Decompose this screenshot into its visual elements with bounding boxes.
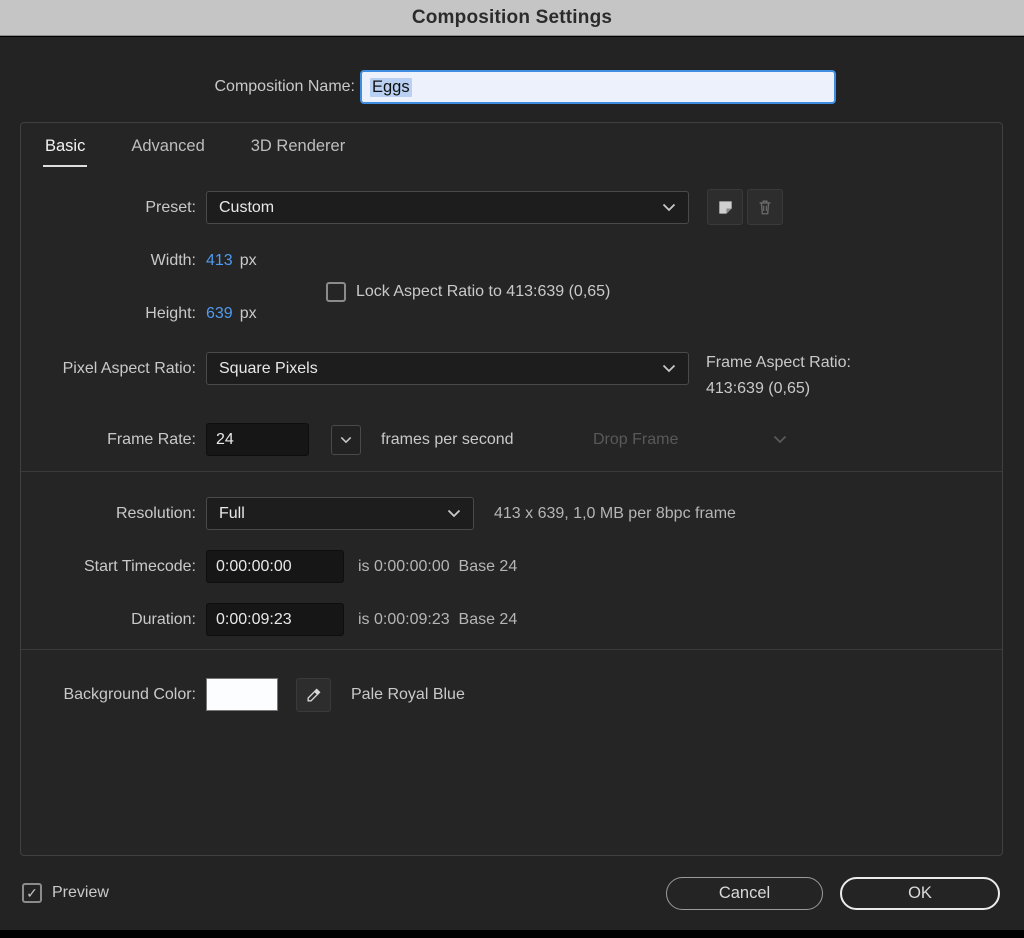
lock-aspect-row: Lock Aspect Ratio to 413:639 (0,65) bbox=[326, 282, 610, 302]
divider bbox=[21, 471, 1002, 472]
tab-bar: Basic Advanced 3D Renderer bbox=[43, 137, 347, 167]
frame-aspect-ratio-label: Frame Aspect Ratio: bbox=[706, 354, 851, 371]
lock-aspect-label: Lock Aspect Ratio to 413:639 (0,65) bbox=[356, 283, 611, 300]
height-value-row: 639 px bbox=[206, 301, 257, 327]
duration-info: is 0:00:09:23 Base 24 bbox=[358, 611, 518, 628]
drop-frame-value: Drop Frame bbox=[593, 430, 679, 448]
ok-button[interactable]: OK bbox=[840, 877, 1000, 910]
frame-rate-label: Frame Rate: bbox=[107, 431, 196, 448]
frames-per-second-label: frames per second bbox=[381, 431, 514, 448]
frame-aspect-ratio-value: 413:639 (0,65) bbox=[706, 380, 811, 397]
preset-label: Preset: bbox=[145, 199, 196, 216]
chevron-down-icon bbox=[447, 509, 461, 518]
width-value-row: 413 px bbox=[206, 248, 257, 274]
divider bbox=[21, 649, 1002, 650]
start-timecode-label: Start Timecode: bbox=[83, 558, 196, 575]
pixel-aspect-label: Pixel Aspect Ratio: bbox=[62, 360, 196, 377]
composition-settings-dialog: Composition Settings Composition Name: E… bbox=[0, 0, 1024, 938]
tab-advanced[interactable]: Advanced bbox=[129, 137, 206, 167]
preview-label: Preview bbox=[52, 884, 109, 901]
start-timecode-info: is 0:00:00:00 Base 24 bbox=[358, 558, 518, 575]
trash-icon bbox=[759, 200, 771, 215]
chevron-down-icon bbox=[340, 436, 352, 444]
chevron-down-icon bbox=[662, 203, 676, 212]
tab-basic[interactable]: Basic bbox=[43, 137, 88, 167]
composition-name-input[interactable]: Eggs bbox=[360, 70, 836, 104]
height-unit: px bbox=[239, 305, 257, 322]
preview-checkbox[interactable]: ✓ bbox=[22, 883, 42, 903]
chevron-down-icon bbox=[773, 435, 787, 444]
pixel-aspect-value: Square Pixels bbox=[219, 359, 318, 377]
eyedropper-icon bbox=[306, 688, 320, 702]
dialog-body: Composition Name: Eggs Basic Advanced 3D… bbox=[0, 37, 1024, 930]
pixel-aspect-dropdown[interactable]: Square Pixels bbox=[206, 352, 689, 385]
cancel-button[interactable]: Cancel bbox=[666, 877, 823, 910]
preset-value: Custom bbox=[219, 198, 275, 216]
delete-preset-button[interactable] bbox=[747, 189, 783, 225]
resolution-info: 413 x 639, 1,0 MB per 8bpc frame bbox=[494, 505, 736, 522]
resolution-dropdown[interactable]: Full bbox=[206, 497, 474, 530]
height-value[interactable]: 639 bbox=[206, 301, 233, 327]
background-color-name: Pale Royal Blue bbox=[351, 686, 465, 703]
composition-name-label: Composition Name: bbox=[214, 78, 356, 95]
save-preset-icon bbox=[718, 200, 732, 214]
lock-aspect-checkbox[interactable] bbox=[326, 282, 346, 302]
duration-input[interactable] bbox=[206, 603, 344, 636]
width-unit: px bbox=[239, 252, 257, 269]
resolution-value: Full bbox=[219, 504, 245, 522]
frame-rate-dropdown-button[interactable] bbox=[331, 425, 361, 455]
width-label: Width: bbox=[150, 252, 196, 269]
duration-label: Duration: bbox=[131, 611, 196, 628]
background-color-swatch[interactable] bbox=[206, 678, 278, 711]
height-label: Height: bbox=[145, 305, 196, 322]
tab-3d-renderer[interactable]: 3D Renderer bbox=[249, 137, 347, 167]
width-value[interactable]: 413 bbox=[206, 248, 233, 274]
start-timecode-input[interactable] bbox=[206, 550, 344, 583]
preview-row: ✓ Preview bbox=[22, 883, 109, 903]
drop-frame-dropdown: Drop Frame bbox=[581, 423, 799, 456]
chevron-down-icon bbox=[662, 364, 676, 373]
settings-panel: Basic Advanced 3D Renderer Preset: Custo… bbox=[20, 122, 1003, 856]
dialog-title: Composition Settings bbox=[411, 6, 613, 28]
save-preset-button[interactable] bbox=[707, 189, 743, 225]
preset-dropdown[interactable]: Custom bbox=[206, 191, 689, 224]
background-color-label: Background Color: bbox=[63, 686, 196, 703]
title-bar[interactable]: Composition Settings bbox=[0, 0, 1024, 36]
frame-rate-input[interactable] bbox=[206, 423, 309, 456]
resolution-label: Resolution: bbox=[115, 505, 196, 522]
composition-name-value: Eggs bbox=[370, 77, 412, 97]
eyedropper-button[interactable] bbox=[296, 678, 331, 712]
